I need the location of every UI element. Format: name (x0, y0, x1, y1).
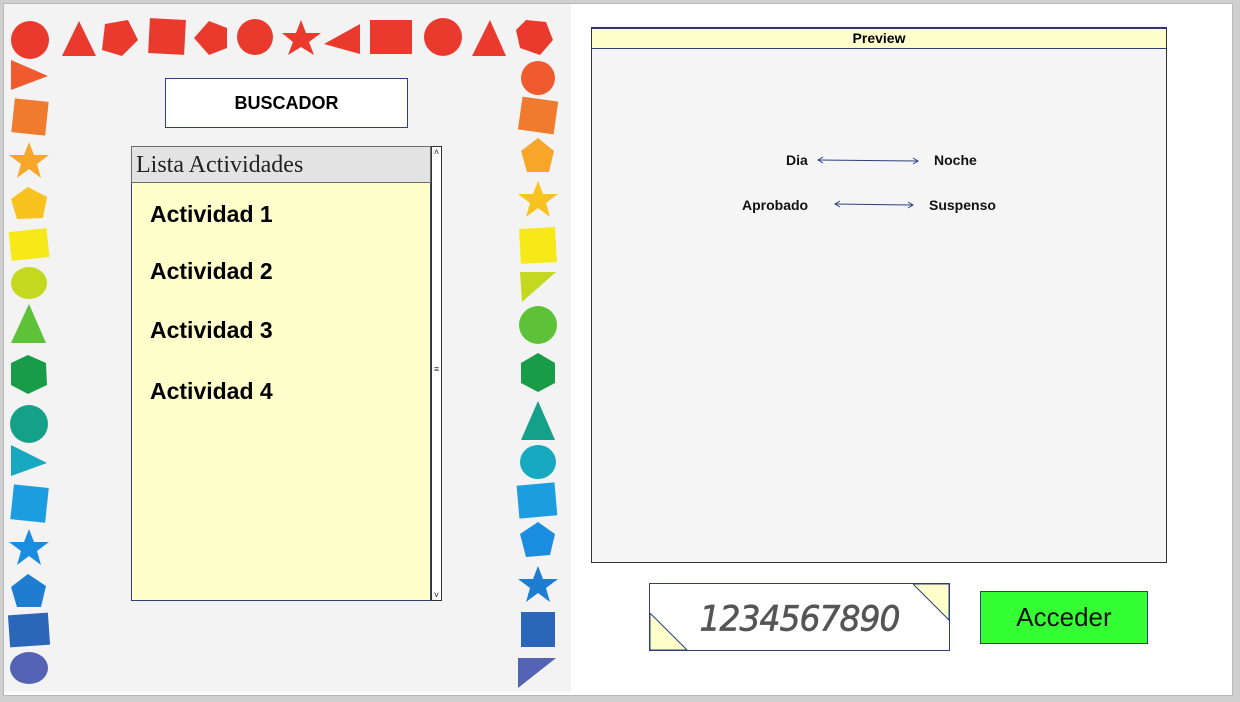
star-shape (9, 529, 49, 565)
scroll-down-icon[interactable]: ˅ (432, 590, 441, 600)
pentagon-shape (11, 574, 46, 607)
circle-shape (519, 306, 557, 344)
triangle-shape (520, 272, 556, 302)
hexagon-shape (521, 353, 555, 392)
pair-right-word-suspenso: Suspenso (929, 197, 996, 213)
rectangle-shape (517, 96, 559, 135)
preview-title: Preview (592, 28, 1166, 49)
acceder-button[interactable]: Acceder (980, 591, 1148, 644)
circle-shape (10, 652, 48, 684)
rectangle-shape (8, 228, 50, 261)
hexagon-shape (516, 20, 553, 55)
star-shape (9, 142, 49, 178)
circle-shape (11, 21, 49, 59)
activity-list-header: Lista Actividades (131, 146, 431, 183)
circle-shape (10, 405, 48, 443)
list-item-activity-1[interactable]: Actividad 1 (150, 201, 273, 228)
triangle-shape (472, 20, 506, 56)
square-shape (148, 18, 186, 55)
square-shape (10, 484, 49, 523)
rectangle-shape (7, 612, 51, 648)
pentagon-shape (11, 187, 47, 219)
circle-shape (521, 61, 555, 95)
triangle-shape (324, 24, 360, 54)
triangle-shape (11, 445, 47, 476)
triangle-shape (11, 60, 48, 90)
activity-list-body: Actividad 1 Actividad 2 Actividad 3 Acti… (131, 183, 431, 601)
left-panel: BUSCADOR Lista Actividades Actividad 1 A… (4, 4, 571, 692)
pair-right-word-noche: Noche (934, 152, 977, 168)
list-item-activity-2[interactable]: Actividad 2 (150, 258, 273, 285)
pentagon-shape (521, 138, 554, 172)
code-field[interactable]: 1234567890 (649, 583, 950, 651)
activity-list: Lista Actividades Actividad 1 Actividad … (131, 146, 442, 601)
pentagon-shape (520, 522, 555, 557)
pair-left-word-aprobado: Aprobado (742, 197, 809, 213)
square-shape (519, 227, 557, 264)
circle-shape (11, 267, 47, 299)
triangle-shape (11, 304, 46, 343)
double-arrow-icon (834, 200, 914, 209)
circle-shape (520, 445, 556, 479)
triangle-shape (521, 401, 555, 440)
star-shape (282, 20, 321, 55)
pentagon-shape (194, 21, 227, 55)
star-shape (518, 181, 558, 217)
scroll-up-icon[interactable]: ˄ (432, 147, 441, 157)
list-item-activity-4[interactable]: Actividad 4 (150, 378, 273, 405)
app-window: BUSCADOR Lista Actividades Actividad 1 A… (3, 3, 1233, 696)
circle-shape (237, 19, 273, 55)
star-shape (518, 566, 558, 602)
square-shape (521, 612, 555, 647)
pair-left-word-dia: Dia (786, 152, 808, 168)
list-item-activity-3[interactable]: Actividad 3 (150, 317, 273, 344)
triangle-shape (518, 658, 556, 688)
rectangle-shape (516, 482, 558, 519)
circle-shape (424, 18, 462, 56)
pentagon-shape (102, 20, 138, 56)
code-value: 1234567890 (699, 598, 901, 640)
preview-panel: Preview Dia Noche Aprobado Suspenso (591, 27, 1167, 563)
square-shape (11, 98, 49, 136)
buscador-button[interactable]: BUSCADOR (165, 78, 408, 128)
hexagon-shape (11, 355, 47, 394)
activity-list-scrollbar[interactable]: ˄ ≡ ˅ (431, 146, 442, 601)
double-arrow-icon (817, 156, 919, 165)
rectangle-shape (370, 20, 412, 54)
triangle-shape (62, 21, 96, 56)
scroll-grip-icon[interactable]: ≡ (432, 363, 441, 375)
